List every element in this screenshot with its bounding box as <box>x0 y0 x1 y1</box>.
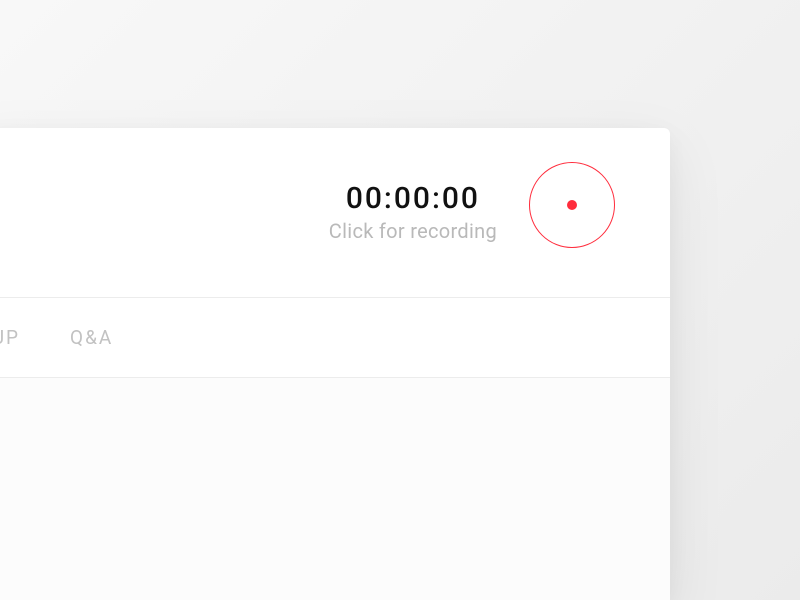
recording-timer: 00:00:00 <box>346 182 480 215</box>
tab-bar: GROUP Q&A <box>0 298 670 378</box>
recording-hint: Click for recording <box>329 219 497 243</box>
recorder-header: 00:00:00 Click for recording <box>0 128 670 298</box>
tab-group[interactable]: GROUP <box>0 326 20 349</box>
timer-block: 00:00:00 Click for recording <box>329 182 497 243</box>
tab-qa[interactable]: Q&A <box>70 326 113 349</box>
content-area <box>0 378 670 600</box>
record-icon <box>567 200 577 210</box>
record-button[interactable] <box>529 162 615 248</box>
app-card: 00:00:00 Click for recording GROUP Q&A <box>0 128 670 600</box>
